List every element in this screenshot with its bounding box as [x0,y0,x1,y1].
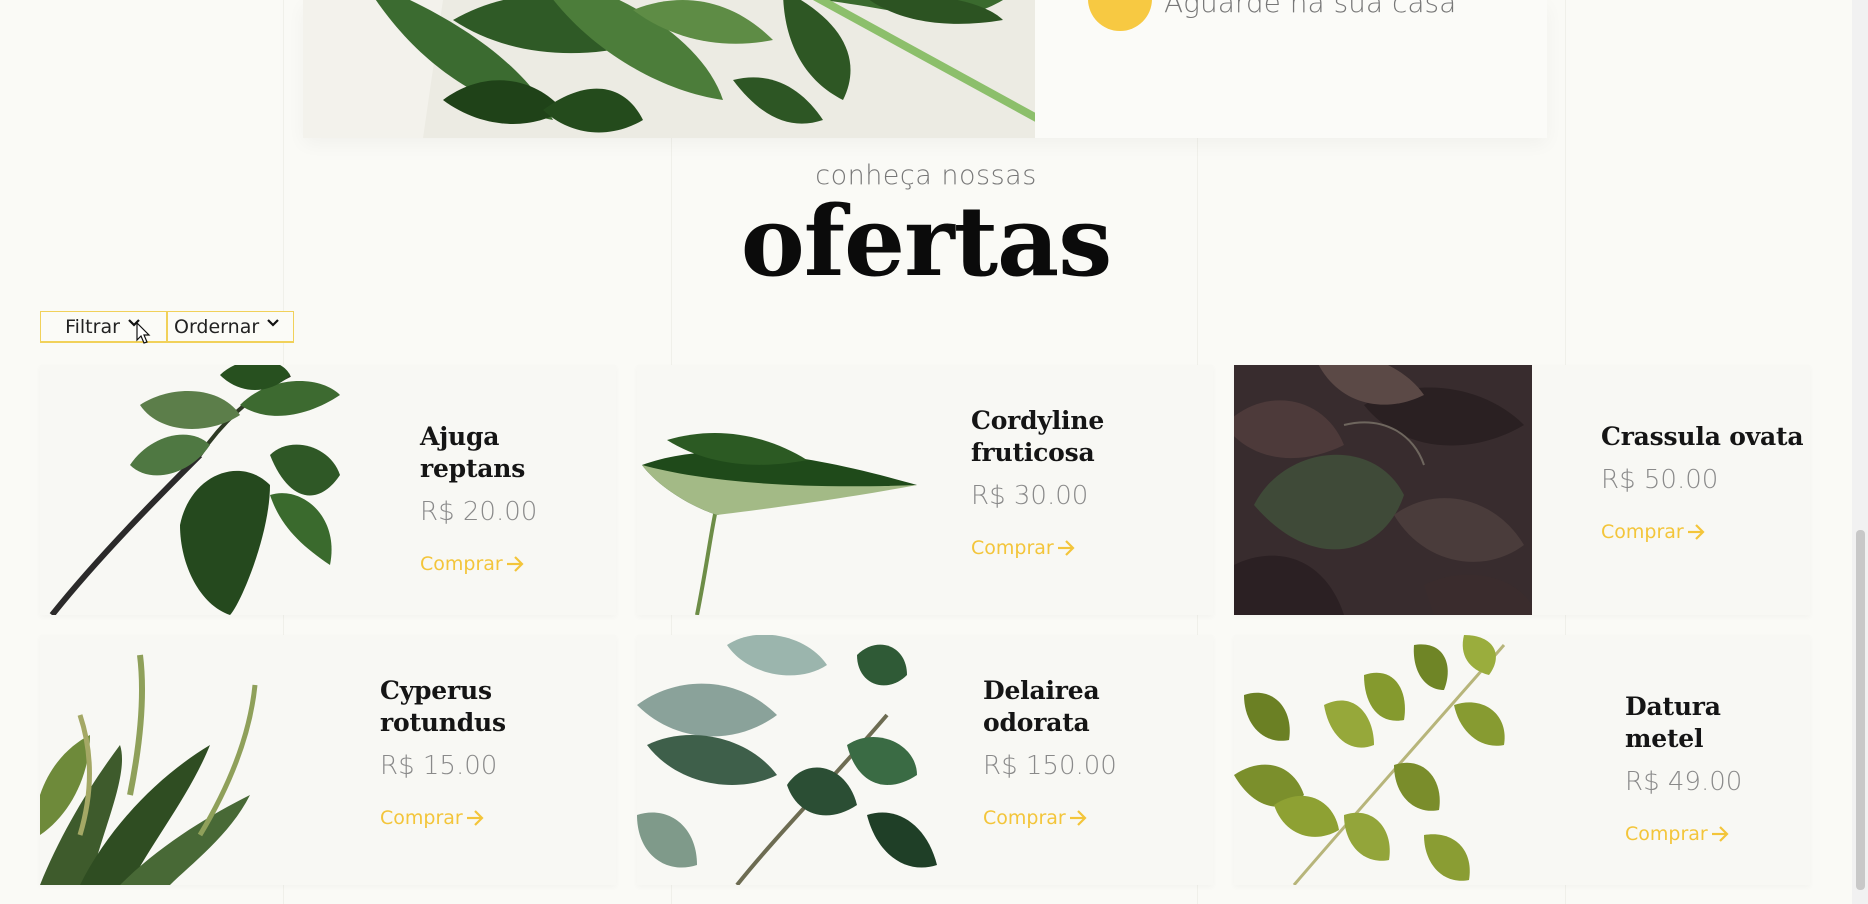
product-card[interactable]: Cordyline fruticosa R$ 30.00 Comprar [637,365,1213,615]
step-dot [1088,0,1152,31]
order-dropdown[interactable]: Ordernar [167,311,294,343]
cordyline-plant-illustration [637,365,937,615]
product-info: Cyperus rotundus R$ 15.00 Comprar [380,675,610,829]
product-image [40,365,360,615]
buy-link[interactable]: Comprar [983,807,1208,829]
product-image [1234,635,1532,885]
product-image [637,635,941,885]
product-name: Cyperus rotundus [380,676,506,737]
scrollbar-thumb[interactable] [1856,530,1865,890]
product-name: Ajuga reptans [420,422,526,483]
arrow-right-icon [1069,810,1087,826]
product-card[interactable]: Cyperus rotundus R$ 15.00 Comprar [40,635,616,885]
buy-link[interactable]: Comprar [1625,823,1807,845]
buy-link[interactable]: Comprar [971,537,1201,559]
hero-plant-image [303,0,1035,138]
buy-label: Comprar [983,807,1066,829]
hero-caption: Aguarde na sua casa [1164,0,1457,19]
product-info: Cordyline fruticosa R$ 30.00 Comprar [971,405,1201,559]
buy-label: Comprar [420,553,503,575]
filter-label: Filtrar [65,315,120,338]
product-image [1234,365,1532,615]
page-scrollbar[interactable] [1852,0,1868,904]
buy-label: Comprar [1601,521,1684,543]
arrow-right-icon [1711,826,1729,842]
arrow-right-icon [466,810,484,826]
ajuga-plant-illustration [40,365,360,615]
product-name: Cordyline fruticosa [971,406,1105,467]
product-controls: Filtrar Ordernar [40,311,294,343]
page: Aguarde na sua casa conheça nossas ofert… [0,0,1868,904]
product-info: Datura metel R$ 49.00 Comprar [1625,691,1807,845]
offers-title: ofertas [740,185,1113,298]
product-card[interactable]: Crassula ovata R$ 50.00 Comprar [1234,365,1810,615]
hero-step: Aguarde na sua casa [1088,0,1456,32]
buy-label: Comprar [971,537,1054,559]
hero-banner: Aguarde na sua casa [303,0,1547,138]
product-price: R$ 30.00 [971,481,1089,511]
arrow-right-icon [1057,540,1075,556]
buy-label: Comprar [380,807,463,829]
buy-link[interactable]: Comprar [1601,521,1806,543]
buy-link[interactable]: Comprar [420,553,610,575]
mouse-cursor-icon [136,322,151,344]
product-info: Crassula ovata R$ 50.00 Comprar [1601,421,1806,543]
product-card[interactable]: Delairea odorata R$ 150.00 Comprar [637,635,1213,885]
arrow-right-icon [506,556,524,572]
product-info: Delairea odorata R$ 150.00 Comprar [983,675,1208,829]
datura-plant-illustration [1234,635,1532,885]
product-name: Crassula ovata [1601,422,1804,451]
product-price: R$ 150.00 [983,751,1117,781]
buy-label: Comprar [1625,823,1708,845]
product-card[interactable]: Datura metel R$ 49.00 Comprar [1234,635,1810,885]
product-name: Datura metel [1625,692,1721,753]
product-price: R$ 15.00 [380,751,498,781]
crassula-plant-illustration [1234,365,1532,615]
product-image [637,365,937,615]
delairea-plant-illustration [637,635,941,885]
cyperus-plant-illustration [40,635,300,885]
arrow-right-icon [1687,524,1705,540]
product-image [40,635,300,885]
monstera-illustration [303,0,1035,138]
product-info: Ajuga reptans R$ 20.00 Comprar [420,421,610,575]
product-name: Delairea odorata [983,676,1100,737]
order-label: Ordernar [174,315,260,338]
product-price: R$ 20.00 [420,497,538,527]
product-price: R$ 50.00 [1601,465,1719,495]
product-card[interactable]: Ajuga reptans R$ 20.00 Comprar [40,365,616,615]
product-price: R$ 49.00 [1625,767,1743,797]
buy-link[interactable]: Comprar [380,807,610,829]
chevron-down-icon [267,318,279,327]
